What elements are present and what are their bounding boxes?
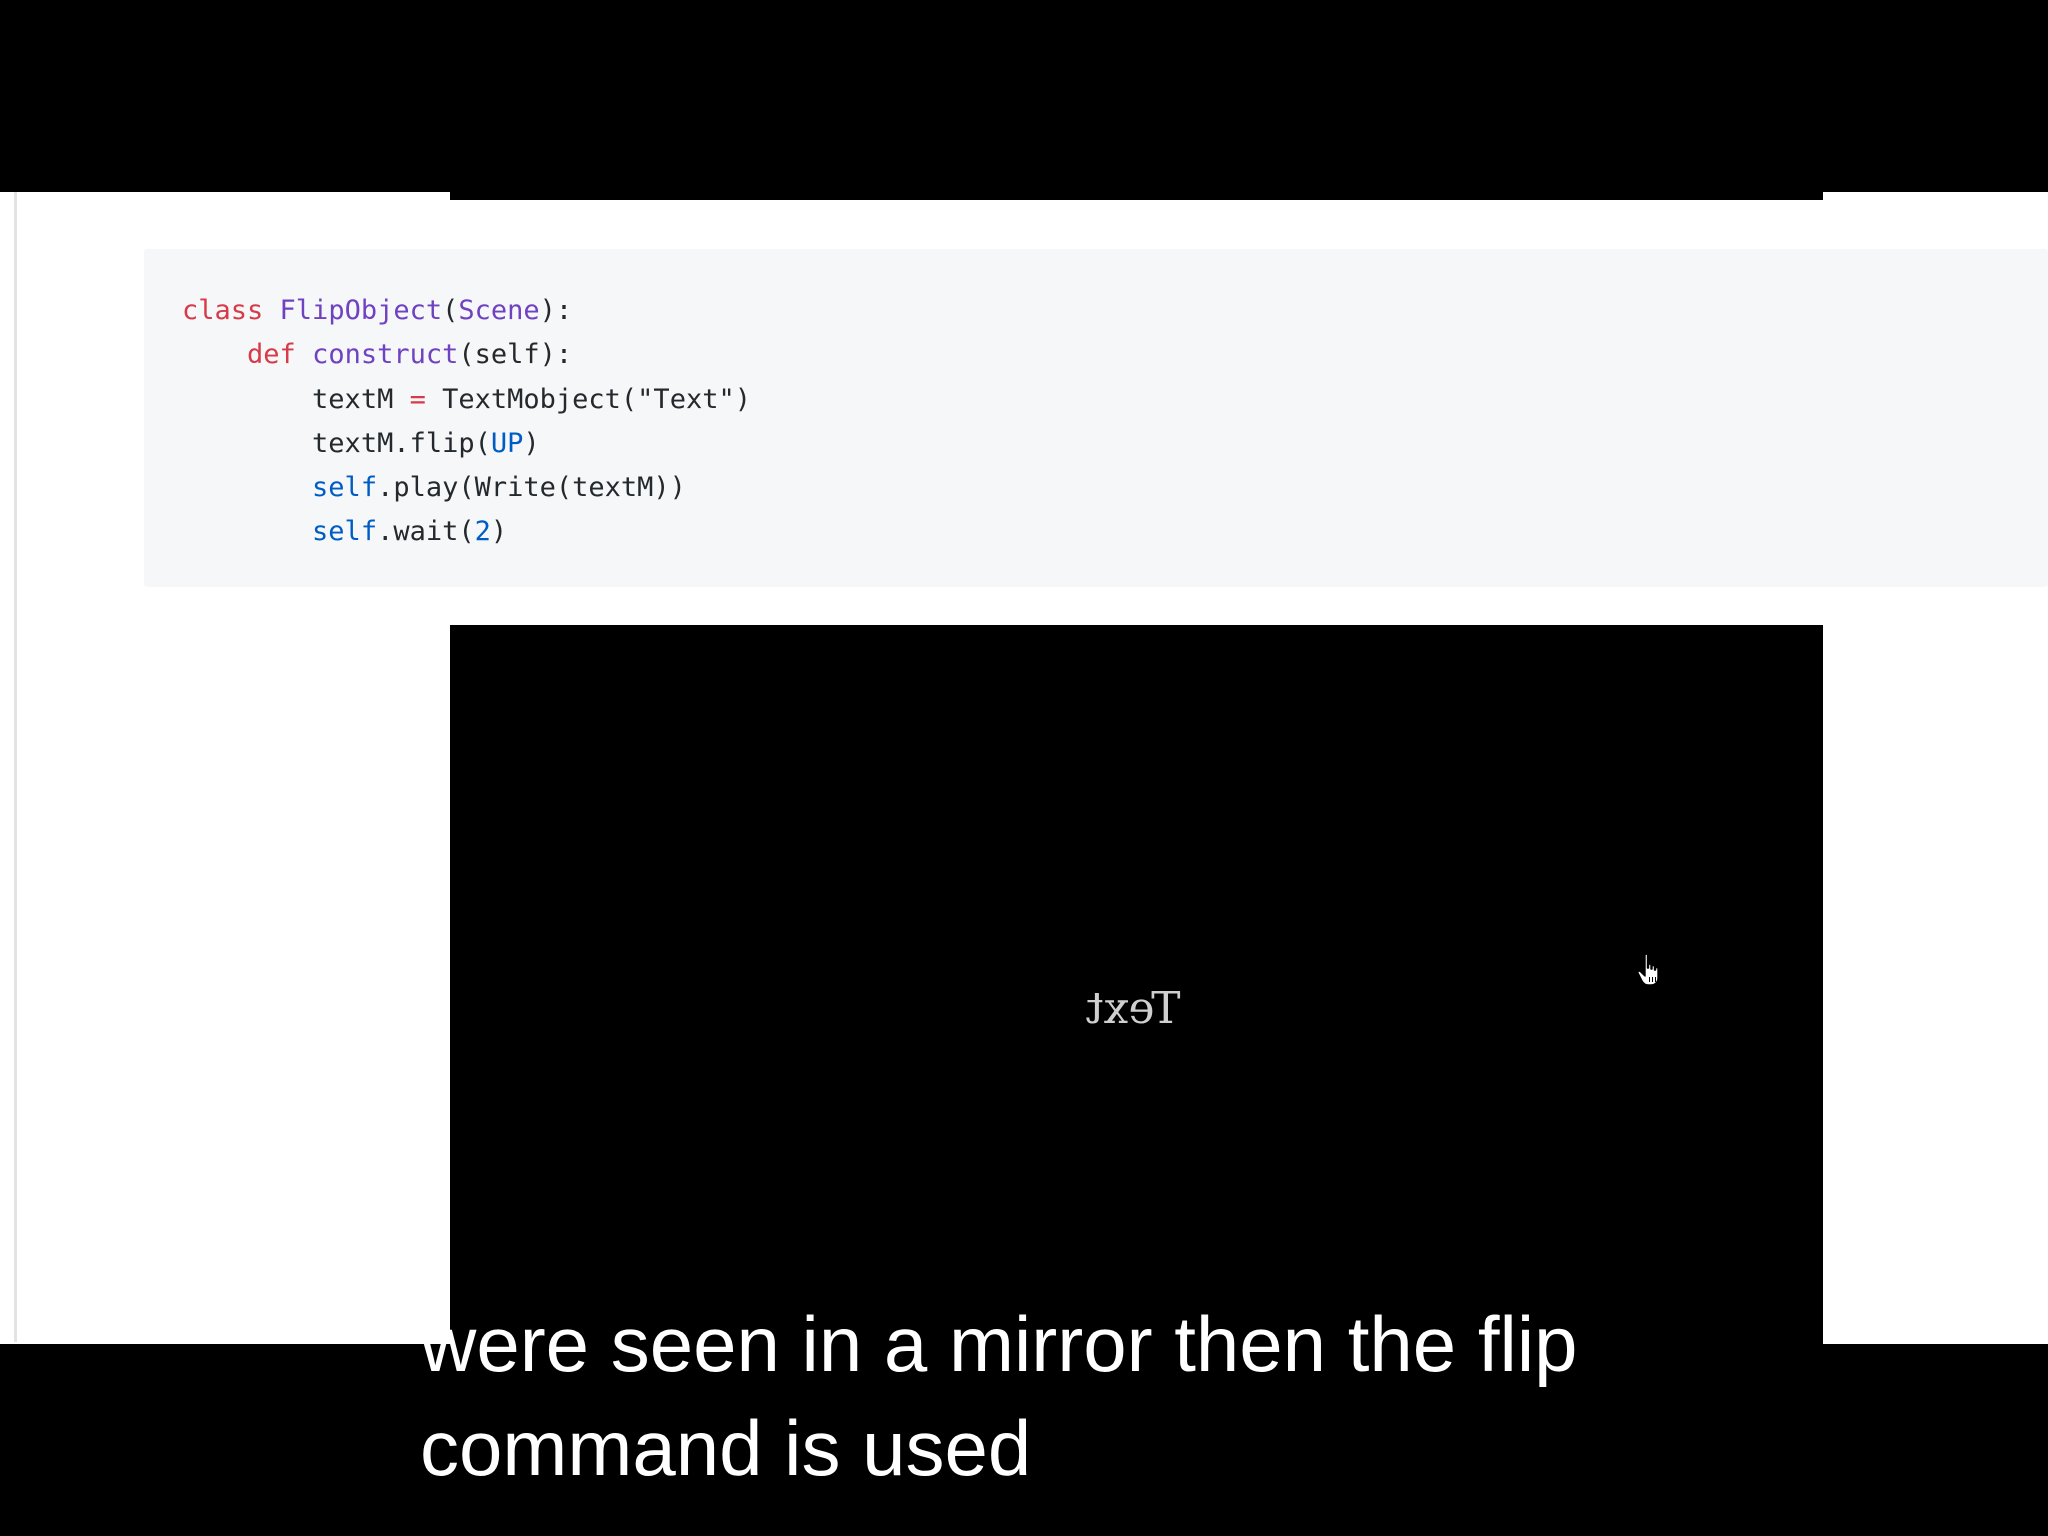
code-expression: TextMobject("Text") [425, 383, 751, 415]
code-self: self [312, 516, 378, 548]
code-line-5: self.play(Write(textM)) [182, 466, 2048, 510]
hand-pointer-icon [1637, 953, 1659, 986]
tutorial-video-frame: class FlipObject(Scene): def construct(s… [0, 0, 2048, 1536]
code-call: .wait( [377, 516, 475, 548]
code-base-class: Scene [458, 295, 540, 326]
page-left-border [14, 192, 17, 1342]
mirrored-text: Text [1086, 983, 1181, 1034]
code-line-1: class FlipObject(Scene): [182, 289, 2048, 333]
code-variable: textM [312, 383, 410, 415]
code-class-name: FlipObject [279, 295, 443, 326]
code-args: (self): [458, 339, 573, 371]
subtitle-caption: were seen in a mirror then the flip comm… [420, 1292, 1920, 1500]
code-keyword: def [247, 339, 296, 371]
code-self: self [312, 472, 378, 504]
code-call: .play(Write(textM)) [377, 472, 686, 504]
code-punct: ) [523, 427, 540, 459]
subtitle-line-1: were seen in a mirror then the flip [420, 1300, 1578, 1388]
code-number: 2 [474, 516, 491, 548]
code-call: textM.flip( [312, 427, 491, 459]
subtitle-line-2: command is used [420, 1404, 1032, 1492]
code-line-3: textM = TextMobject("Text") [182, 378, 2048, 422]
code-block: class FlipObject(Scene): def construct(s… [144, 249, 2048, 587]
previous-video-edge [450, 190, 1823, 200]
code-line-6: self.wait(2) [182, 510, 2048, 554]
animation-output[interactable]: Text [450, 625, 1823, 1345]
code-punct: ( [442, 295, 459, 326]
code-operator: = [409, 383, 426, 415]
code-line-2: def construct(self): [182, 333, 2048, 377]
code-punct: ): [539, 295, 573, 326]
code-punct: ) [490, 516, 508, 548]
code-constant: UP [490, 427, 524, 459]
top-letterbox [0, 0, 2048, 192]
code-line-4: textM.flip(UP) [182, 422, 2048, 466]
code-function-name: construct [312, 339, 459, 371]
code-keyword: class [182, 295, 264, 326]
